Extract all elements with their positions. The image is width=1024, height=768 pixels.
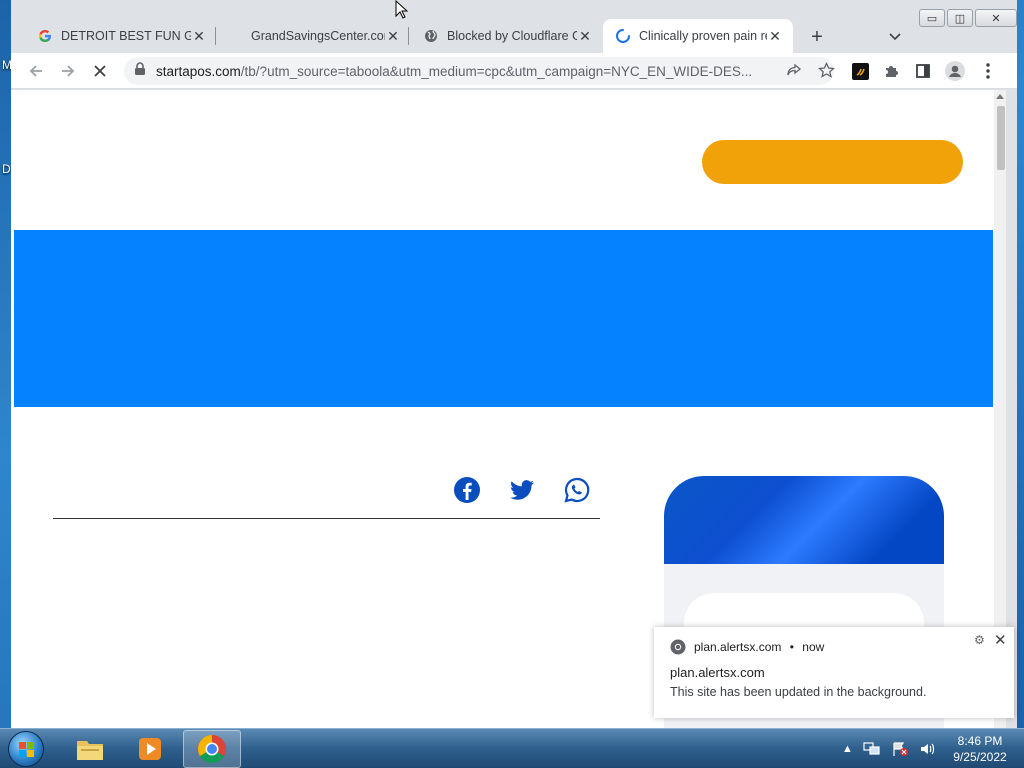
divider [53,518,600,519]
address-bar[interactable]: startapos.com/tb/?utm_source=taboola&utm… [124,57,836,85]
new-tab-button[interactable]: + [805,25,829,49]
close-tab-icon[interactable]: ✕ [191,28,207,44]
extensions-puzzle-icon[interactable] [877,57,905,85]
tab-grandsavings[interactable]: GrandSavingsCenter.com ✕ [221,19,411,53]
scrollbar-thumb[interactable] [997,106,1005,170]
tab-separator [215,27,216,45]
tab-title: DETROIT BEST FUN GAM [61,29,191,43]
forward-button[interactable] [54,57,82,85]
chrome-icon [670,639,686,655]
notification-origin: plan.alertsx.com [694,640,782,654]
stop-loading-button[interactable] [86,57,114,85]
taskbar-clock[interactable]: 8:46 PM 9/25/2022 [940,733,1020,765]
profile-avatar-icon[interactable] [941,57,969,85]
google-g-icon [37,28,53,44]
push-notification[interactable]: plan.alertsx.com • now plan.alertsx.com … [654,627,1014,718]
browser-toolbar: startapos.com/tb/?utm_source=taboola&utm… [11,53,1017,89]
notification-separator: • [789,640,794,654]
taskbar-chrome[interactable] [183,730,241,768]
network-icon[interactable] [863,741,881,757]
notification-time: now [802,640,825,654]
side-panel-icon[interactable] [909,57,937,85]
url-host: startapos.com [156,63,241,79]
whatsapp-icon[interactable] [563,476,591,504]
chevron-down-icon[interactable] [883,25,907,49]
taskbar-explorer[interactable] [61,730,119,768]
clock-time: 8:46 PM [957,734,1003,748]
clock-date: 9/25/2022 [953,750,1007,764]
sidebar-card-header [664,476,944,564]
url-text[interactable]: startapos.com/tb/?utm_source=taboola&utm… [156,64,766,79]
action-center-flag-icon[interactable] [891,741,909,757]
folder-icon [77,741,103,760]
desktop-icon-label[interactable]: D [2,162,11,176]
chrome-window: ▭ ◫ ✕ DETROIT BEST FUN GAM ✕ GrandSaving… [11,0,1017,728]
menu-kebab-icon[interactable] [974,57,1002,85]
hero-banner [14,230,993,407]
globe-icon [423,28,439,44]
start-button[interactable] [8,731,44,767]
taskbar: ▲ 8:46 PM 9/25/2022 [0,728,1024,768]
notification-source: plan.alertsx.com • now [694,640,824,654]
loading-spinner-icon [615,28,631,44]
scroll-up-arrow-icon[interactable] [996,94,1004,99]
close-icon[interactable]: ✕ [994,631,1007,649]
cta-button[interactable] [702,140,963,184]
tab-title: Blocked by Cloudflare G [447,29,577,43]
close-tab-icon[interactable]: ✕ [767,28,783,44]
media-player-icon [139,738,161,760]
close-tab-icon[interactable]: ✕ [577,28,593,44]
lock-icon[interactable] [134,61,146,81]
mouse-cursor-icon [395,0,409,19]
tab-strip: DETROIT BEST FUN GAM ✕ GrandSavingsCente… [11,17,1017,53]
notification-title: plan.alertsx.com [670,665,765,680]
close-tab-icon[interactable]: ✕ [385,28,401,44]
tab-separator [408,27,409,45]
tab-title: Clinically proven pain re [639,29,767,43]
windows-logo-icon [19,742,34,757]
bookmark-star-icon[interactable] [817,61,836,84]
volume-icon[interactable] [919,741,937,757]
taskbar-media-player[interactable] [121,730,179,768]
tab-title: GrandSavingsCenter.com [251,29,385,43]
facebook-icon[interactable] [453,476,481,504]
tab-clinically-proven[interactable]: Clinically proven pain re ✕ [603,19,793,53]
tab-detroit[interactable]: DETROIT BEST FUN GAM ✕ [25,19,217,53]
notification-body: This site has been updated in the backgr… [670,685,927,699]
back-button[interactable] [22,57,50,85]
tray-expand-icon[interactable]: ▲ [842,743,853,755]
gear-icon[interactable]: ⚙ [974,633,985,647]
chrome-icon [198,735,226,763]
tab-cloudflare[interactable]: Blocked by Cloudflare G ✕ [411,19,603,53]
share-icon[interactable] [786,63,802,84]
twitter-icon[interactable] [508,476,536,504]
url-path: /tb/?utm_source=taboola&utm_medium=cpc&u… [240,63,753,79]
extension-logo-icon[interactable] [846,57,874,85]
system-tray: ▲ [842,729,937,768]
